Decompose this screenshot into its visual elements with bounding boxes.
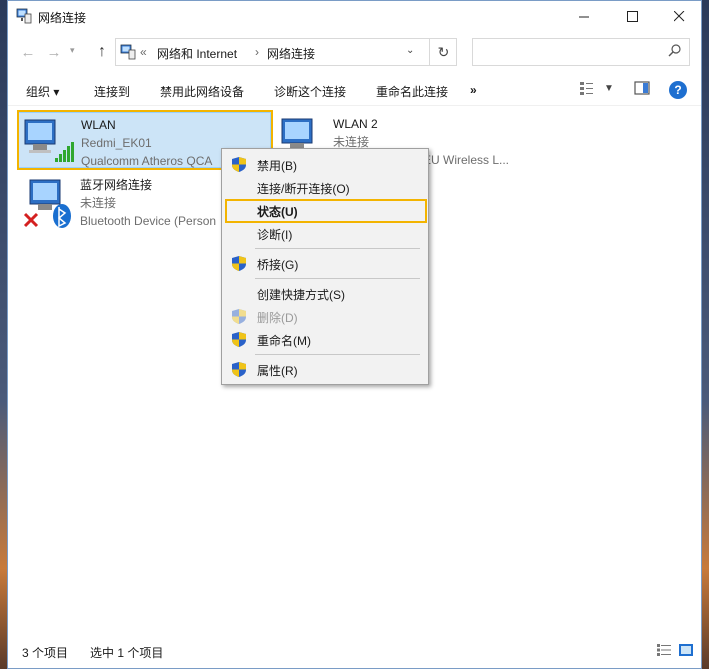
- menu-item-rename[interactable]: 重命名(M): [222, 328, 428, 350]
- breadcrumb-network-internet[interactable]: 网络和 Internet: [157, 45, 237, 62]
- menu-label: 状态(U): [257, 205, 298, 219]
- status-bar: 3 个项目 选中 1 个项目: [8, 639, 701, 663]
- title-bar: 网络连接: [8, 1, 701, 32]
- connection-text: 蓝牙网络连接 未连接 Bluetooth Device (Person: [80, 176, 225, 230]
- connection-name: WLAN 2: [333, 117, 378, 131]
- connection-name: WLAN: [81, 118, 116, 132]
- menu-separator: [255, 278, 420, 279]
- wireless-adapter-icon: [24, 119, 74, 162]
- details-view-icon[interactable]: [656, 643, 672, 657]
- menu-item-status[interactable]: 状态(U): [222, 199, 428, 221]
- recent-locations-chevron-icon[interactable]: ▾: [70, 45, 75, 56]
- menu-item-delete: 删除(D): [222, 305, 428, 327]
- preview-pane-icon[interactable]: [634, 80, 650, 96]
- menu-separator: [255, 248, 420, 249]
- menu-item-properties[interactable]: 属性(R): [222, 358, 428, 380]
- minimize-icon: [578, 16, 589, 18]
- bluetooth-adapter-icon: [23, 179, 71, 228]
- navigation-row: ← → ▾ ↑ « 网络和 Internet › 网络连接 ⌄ ↻: [8, 37, 701, 67]
- menu-label: 删除(D): [257, 311, 298, 325]
- uac-shield-icon: [232, 309, 246, 324]
- selection-count: 选中 1 个项目: [90, 646, 164, 660]
- connect-to-button[interactable]: 连接到: [94, 83, 130, 100]
- address-bar[interactable]: « 网络和 Internet › 网络连接 ⌄ ↻: [115, 38, 457, 66]
- menu-label: 连接/断开连接(O): [257, 182, 350, 196]
- minimize-button[interactable]: [561, 1, 607, 32]
- maximize-icon: [626, 11, 638, 22]
- menu-separator: [255, 354, 420, 355]
- back-button[interactable]: ←: [18, 42, 38, 62]
- connection-item-bluetooth[interactable]: 蓝牙网络连接 未连接 Bluetooth Device (Person: [18, 174, 228, 230]
- close-icon: [673, 11, 684, 22]
- menu-item-create-shortcut[interactable]: 创建快捷方式(S): [222, 282, 428, 304]
- uac-shield-icon: [232, 362, 246, 377]
- refresh-icon: ↻: [437, 43, 450, 60]
- view-options-chevron-icon[interactable]: ▼: [604, 83, 614, 94]
- diagnose-connection-button[interactable]: 诊断这个连接: [274, 83, 346, 100]
- control-panel-icon: [120, 44, 136, 60]
- connection-name: 蓝牙网络连接: [80, 178, 153, 192]
- search-icon: [668, 44, 681, 57]
- menu-label: 禁用(B): [257, 159, 297, 173]
- breadcrumb-overflow[interactable]: «: [140, 45, 147, 59]
- maximize-button[interactable]: [609, 1, 655, 32]
- forward-button[interactable]: →: [44, 42, 64, 62]
- menu-label: 创建快捷方式(S): [257, 288, 345, 302]
- help-icon[interactable]: ?: [669, 81, 687, 99]
- menu-label: 桥接(G): [257, 258, 299, 272]
- menu-label: 重命名(M): [257, 334, 311, 348]
- change-view-icon[interactable]: [579, 80, 595, 96]
- menu-item-diagnose[interactable]: 诊断(I): [222, 222, 428, 244]
- large-icons-view-icon[interactable]: [678, 643, 694, 657]
- refresh-button[interactable]: ↻: [429, 39, 457, 65]
- disable-device-button[interactable]: 禁用此网络设备: [160, 83, 244, 100]
- window-title: 网络连接: [38, 11, 87, 25]
- rename-connection-button[interactable]: 重命名此连接: [376, 83, 448, 100]
- more-commands-button[interactable]: »: [470, 83, 477, 97]
- organize-menu-button[interactable]: 组织 ▾: [26, 83, 59, 100]
- breadcrumb-network-connections[interactable]: 网络连接: [267, 45, 315, 62]
- close-button[interactable]: [656, 1, 702, 32]
- menu-item-bridge[interactable]: 桥接(G): [222, 252, 428, 274]
- menu-label: 属性(R): [257, 364, 298, 378]
- item-count: 3 个项目: [22, 646, 69, 660]
- menu-item-disable[interactable]: 禁用(B): [222, 153, 428, 175]
- network-connections-icon: [16, 8, 32, 24]
- menu-item-connect-disconnect[interactable]: 连接/断开连接(O): [222, 176, 428, 198]
- up-button[interactable]: ↑: [92, 42, 112, 62]
- uac-shield-icon: [232, 157, 246, 172]
- uac-shield-icon: [232, 332, 246, 347]
- search-input[interactable]: [472, 38, 690, 66]
- breadcrumb-separator[interactable]: ›: [255, 45, 259, 59]
- menu-label: 诊断(I): [257, 228, 293, 242]
- command-bar: 组织 ▾ 连接到 禁用此网络设备 诊断这个连接 重命名此连接 » ▼ ?: [8, 74, 701, 106]
- address-dropdown-chevron-icon[interactable]: ⌄: [406, 45, 414, 56]
- context-menu: 禁用(B) 连接/断开连接(O) 状态(U) 诊断(I) 桥接(G) 创建快捷方…: [221, 148, 429, 385]
- connection-status: 未连接: [80, 196, 117, 210]
- connections-list: WLAN Redmi_EK01 Qualcomm Atheros QCA WLA…: [8, 107, 701, 635]
- explorer-window: 网络连接 ← → ▾ ↑ « 网络和 Internet › 网络连接 ⌄ ↻ 组…: [7, 0, 702, 669]
- connection-device: Bluetooth Device (Person: [80, 214, 217, 228]
- uac-shield-icon: [232, 256, 246, 271]
